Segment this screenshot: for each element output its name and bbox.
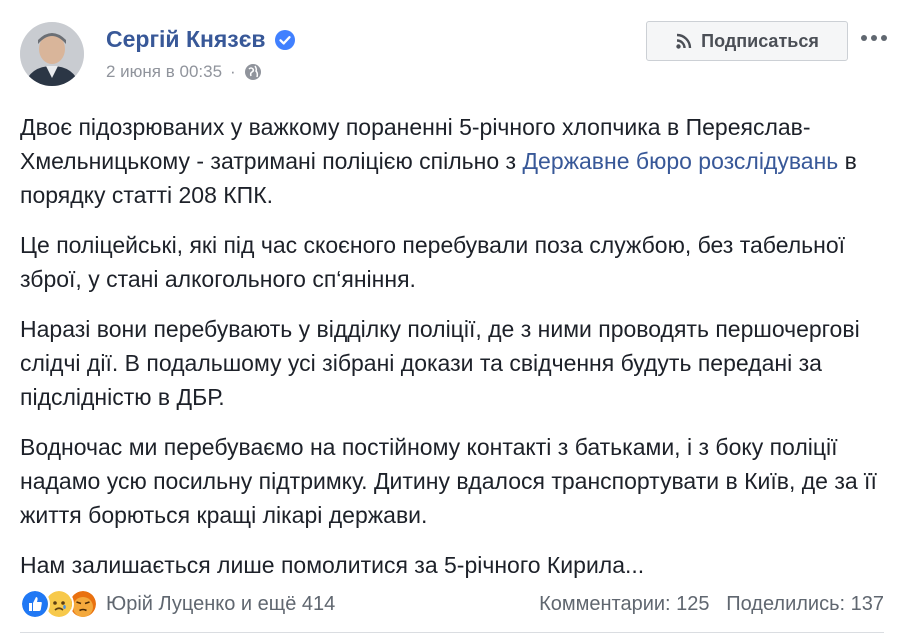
verified-badge-icon bbox=[274, 29, 295, 50]
author-name-label: Сергій Князєв bbox=[106, 26, 266, 52]
post-timestamp[interactable]: 2 июня в 00:35 bbox=[106, 62, 222, 82]
avatar[interactable] bbox=[20, 22, 84, 86]
paragraph-4: Водночас ми перебуваємо на постійному ко… bbox=[20, 434, 877, 528]
engagement-counts: Комментарии: 125 Поделились: 137 bbox=[539, 593, 884, 616]
reactors-text[interactable]: Юрій Луценко и ещё 414 bbox=[106, 593, 335, 616]
author-name[interactable]: Сергій Князєв bbox=[106, 26, 296, 53]
subscribe-label: Подписаться bbox=[701, 30, 819, 51]
comments-count[interactable]: Комментарии: 125 bbox=[539, 593, 709, 615]
more-options-icon[interactable] bbox=[858, 26, 890, 50]
dbr-page-link[interactable]: Державне бюро розслідувань bbox=[522, 148, 838, 174]
shares-count[interactable]: Поделились: 137 bbox=[726, 593, 884, 615]
reactions-summary[interactable]: Юрій Луценко и ещё 414 bbox=[20, 589, 335, 619]
paragraph-3: Наразі вони перебувають у відділку поліц… bbox=[20, 316, 860, 410]
globe-icon[interactable] bbox=[244, 63, 262, 81]
paragraph-1: Двоє підозрюваних у важкому пораненні 5-… bbox=[20, 114, 857, 208]
post-footer: Юрій Луценко и ещё 414 Комментарии: 125 … bbox=[20, 588, 884, 620]
footer-divider bbox=[20, 632, 884, 633]
facebook-post: Сергій Князєв 2 июня в 00:35 · Подписать… bbox=[0, 0, 900, 641]
avatar-photo-icon bbox=[20, 22, 84, 86]
post-text: Двоє підозрюваних у важкому пораненні 5-… bbox=[20, 110, 880, 598]
paragraph-5: Нам залишається лише помолитися за 5-річ… bbox=[20, 552, 645, 578]
rss-icon bbox=[676, 33, 692, 49]
meta-separator: · bbox=[230, 62, 236, 81]
subscribe-button[interactable]: Подписаться bbox=[646, 21, 848, 61]
paragraph-2: Це поліцейські, які під час скоєного пер… bbox=[20, 232, 846, 292]
post-meta: 2 июня в 00:35 · bbox=[106, 62, 262, 82]
like-reaction-icon bbox=[20, 589, 50, 619]
